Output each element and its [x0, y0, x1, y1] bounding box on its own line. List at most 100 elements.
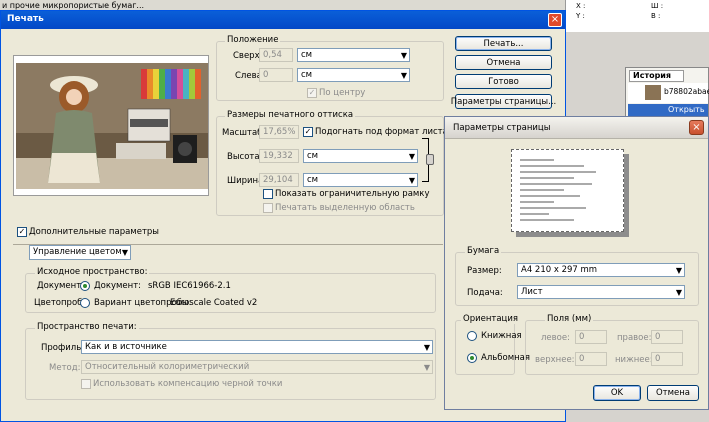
- scale-input[interactable]: 17,65%: [259, 125, 299, 139]
- color-management-value: Управление цветом: [33, 247, 122, 257]
- paper-group-title: Бумага: [465, 246, 502, 256]
- width-input[interactable]: 29,104: [259, 173, 299, 187]
- paper-source-select[interactable]: Лист ▼: [517, 285, 685, 299]
- preview-photo: [16, 63, 208, 189]
- page-setup-dialog: Параметры страницы × Бумага Размер: А4 2…: [444, 116, 709, 410]
- left-unit-select[interactable]: см ▼: [297, 68, 410, 82]
- margin-left-input[interactable]: 0: [575, 330, 607, 344]
- proof-profile: Euroscale Coated v2: [170, 298, 258, 308]
- page-setup-titlebar: Параметры страницы ×: [445, 117, 708, 139]
- profile-value: Как и в источнике: [85, 342, 167, 352]
- print-titlebar: Печать ×: [1, 11, 565, 29]
- margin-right-input[interactable]: 0: [651, 330, 683, 344]
- document-label: Документ:: [37, 281, 85, 291]
- size-label: Размер:: [467, 266, 502, 276]
- document-profile: sRGB IEC61966-2.1: [148, 281, 231, 291]
- print-preview: [13, 55, 209, 196]
- more-options-checkbox[interactable]: ✓: [17, 227, 27, 237]
- chevron-down-icon: ▼: [423, 363, 430, 372]
- ok-button[interactable]: OK: [593, 385, 641, 401]
- orientation-group: [455, 320, 515, 375]
- width-unit-value: см: [307, 175, 319, 185]
- left-unit-value: см: [301, 70, 313, 80]
- proof-radio[interactable]: [80, 298, 90, 308]
- chevron-down-icon: ▼: [675, 266, 682, 275]
- portrait-label: Книжная: [481, 331, 522, 341]
- thread-spools: [141, 69, 201, 99]
- info-x-label: X :: [576, 2, 586, 10]
- page-setup-title: Параметры страницы: [453, 123, 551, 133]
- black-point-label: Использовать компенсацию черной точки: [93, 379, 283, 389]
- fit-to-media-checkbox[interactable]: ✓: [303, 127, 313, 137]
- fit-to-media-label: Подогнать под формат листа: [315, 127, 448, 137]
- history-step-open[interactable]: Открыть: [628, 104, 708, 116]
- profile-select[interactable]: Как и в источнике ▼: [81, 340, 433, 354]
- position-group-title: Положение: [225, 35, 281, 45]
- close-icon[interactable]: ×: [548, 13, 562, 27]
- print-selection-label: Печатать выделенную область: [275, 203, 415, 213]
- margin-bottom-label: нижнее:: [615, 355, 653, 365]
- source-space-title: Исходное пространство:: [35, 267, 150, 277]
- chevron-down-icon: ▼: [400, 71, 407, 80]
- width-unit-select[interactable]: см ▼: [303, 173, 418, 187]
- background-title-text: и прочие микропористые бумаг...: [2, 1, 145, 10]
- history-step-label: Открыть: [668, 105, 705, 114]
- intent-select[interactable]: Относительный колориметрический ▼: [81, 360, 433, 374]
- print-button[interactable]: Печать...: [455, 36, 552, 51]
- page-setup-button[interactable]: Параметры страницы...: [451, 94, 556, 109]
- chevron-down-icon: ▼: [400, 51, 407, 60]
- info-w-label: Ш :: [651, 2, 664, 10]
- left-input[interactable]: 0: [259, 68, 293, 82]
- chain-link-icon[interactable]: [426, 154, 434, 165]
- intent-value: Относительный колориметрический: [85, 362, 250, 372]
- margin-bottom-input[interactable]: 0: [651, 352, 683, 366]
- page-text-lines: [520, 159, 596, 221]
- print-selection-checkbox[interactable]: [263, 203, 273, 213]
- margin-left-label: левое:: [541, 333, 570, 343]
- color-management-select[interactable]: Управление цветом ▼: [29, 245, 131, 260]
- chevron-down-icon: ▼: [423, 343, 430, 352]
- info-panel: X : Y : Ш : В :: [565, 0, 709, 32]
- snapshot-thumbnail: [645, 85, 661, 100]
- height-unit-select[interactable]: см ▼: [303, 149, 418, 163]
- chevron-down-icon: ▼: [121, 248, 128, 257]
- top-unit-value: см: [301, 50, 313, 60]
- history-tab[interactable]: История: [629, 70, 684, 82]
- history-snapshot[interactable]: b78802abaee...: [628, 83, 709, 103]
- margin-right-label: правое:: [617, 333, 652, 343]
- black-point-checkbox[interactable]: [81, 379, 91, 389]
- intent-label: Метод:: [49, 363, 81, 373]
- document-radio[interactable]: [80, 281, 90, 291]
- done-button[interactable]: Готово: [455, 74, 552, 89]
- page-preview: [511, 149, 624, 232]
- info-h-label: В :: [651, 12, 661, 20]
- chevron-down-icon: ▼: [408, 176, 415, 185]
- margin-top-label: верхнее:: [535, 355, 575, 365]
- paper-source-value: Лист: [521, 287, 543, 297]
- center-label: По центру: [319, 88, 366, 98]
- chevron-down-icon: ▼: [675, 288, 682, 297]
- more-options-label: Дополнительные параметры: [29, 227, 160, 237]
- close-icon[interactable]: ×: [689, 120, 704, 135]
- height-label: Высота:: [227, 152, 263, 162]
- cancel-button[interactable]: Отмена: [455, 55, 552, 70]
- info-y-label: Y :: [576, 12, 585, 20]
- print-title: Печать: [7, 14, 44, 24]
- print-space-title: Пространство печати:: [35, 322, 139, 332]
- paper-size-select[interactable]: А4 210 x 297 mm ▼: [517, 263, 685, 277]
- portrait-radio[interactable]: [467, 331, 477, 341]
- top-input[interactable]: 0,54: [259, 48, 293, 62]
- chevron-down-icon: ▼: [408, 152, 415, 161]
- bounding-box-checkbox[interactable]: [263, 189, 273, 199]
- bounding-box-label: Показать ограничительную рамку: [275, 189, 430, 199]
- snapshot-name: b78802abaee...: [664, 87, 709, 96]
- landscape-label: Альбомная: [481, 353, 530, 363]
- center-checkbox[interactable]: ✓: [307, 88, 317, 98]
- margin-top-input[interactable]: 0: [575, 352, 607, 366]
- height-input[interactable]: 19,332: [259, 149, 299, 163]
- page-setup-cancel-button[interactable]: Отмена: [647, 385, 699, 401]
- top-unit-select[interactable]: см ▼: [297, 48, 410, 62]
- landscape-radio[interactable]: [467, 353, 477, 363]
- margins-group-title: Поля (мм): [545, 314, 594, 324]
- height-unit-value: см: [307, 151, 319, 161]
